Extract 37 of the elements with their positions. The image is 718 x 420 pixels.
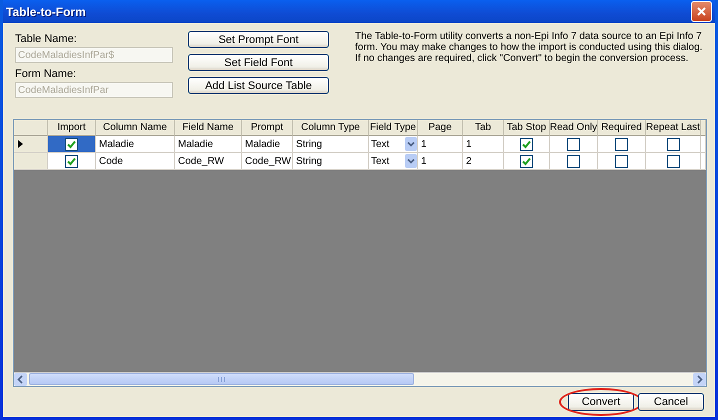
- window-title: Table-to-Form: [6, 4, 86, 18]
- close-icon: [697, 7, 706, 16]
- table-cell: 2: [463, 153, 504, 170]
- checkbox[interactable]: [65, 138, 78, 150]
- option-button[interactable]: Add List Source Table: [188, 77, 329, 94]
- row-header-cell[interactable]: [14, 136, 48, 153]
- checkbox[interactable]: [520, 138, 533, 150]
- checkbox[interactable]: [666, 154, 680, 168]
- scroll-thumb[interactable]: [29, 373, 414, 385]
- option-button[interactable]: Set Field Font: [188, 54, 329, 71]
- grip-icon: [218, 376, 225, 382]
- horizontal-scrollbar[interactable]: [14, 372, 706, 386]
- checkbox[interactable]: [520, 154, 533, 168]
- checkbox[interactable]: [65, 154, 78, 168]
- table-name-label: Table Name:: [15, 33, 77, 46]
- checkbox[interactable]: [666, 138, 680, 150]
- checkbox[interactable]: [615, 154, 628, 168]
- field-type-dropdown[interactable]: Text: [371, 154, 417, 168]
- field-type-dropdown[interactable]: Text: [371, 136, 417, 152]
- current-row-icon: [18, 140, 23, 148]
- convert-button[interactable]: Convert: [568, 393, 634, 411]
- description-text: The Table-to-Form utility converts a non-Epi Info 7 data source to an Epi Info 7 form. You may make changes to how the import is conducted using this dialog. If no changes are required, click "Convert" to begin the conversion process.: [355, 31, 704, 66]
- row-header-cell[interactable]: [14, 153, 48, 170]
- checkbox[interactable]: [615, 138, 628, 150]
- scroll-left-icon[interactable]: [14, 373, 27, 386]
- table-cell: Code_RW: [242, 153, 293, 170]
- cancel-button[interactable]: Cancel: [638, 393, 704, 411]
- close-button[interactable]: [691, 1, 712, 22]
- table-cell: Code: [96, 153, 175, 170]
- checkbox[interactable]: [567, 154, 580, 168]
- table-cell: String: [293, 153, 369, 170]
- option-button[interactable]: Set Prompt Font: [188, 31, 329, 48]
- table-cell: 1: [418, 153, 463, 170]
- scroll-right-icon[interactable]: [693, 373, 706, 386]
- checkbox[interactable]: [567, 138, 580, 150]
- table-cell: Code_RW: [175, 153, 242, 170]
- form-name-label: Form Name:: [15, 68, 76, 81]
